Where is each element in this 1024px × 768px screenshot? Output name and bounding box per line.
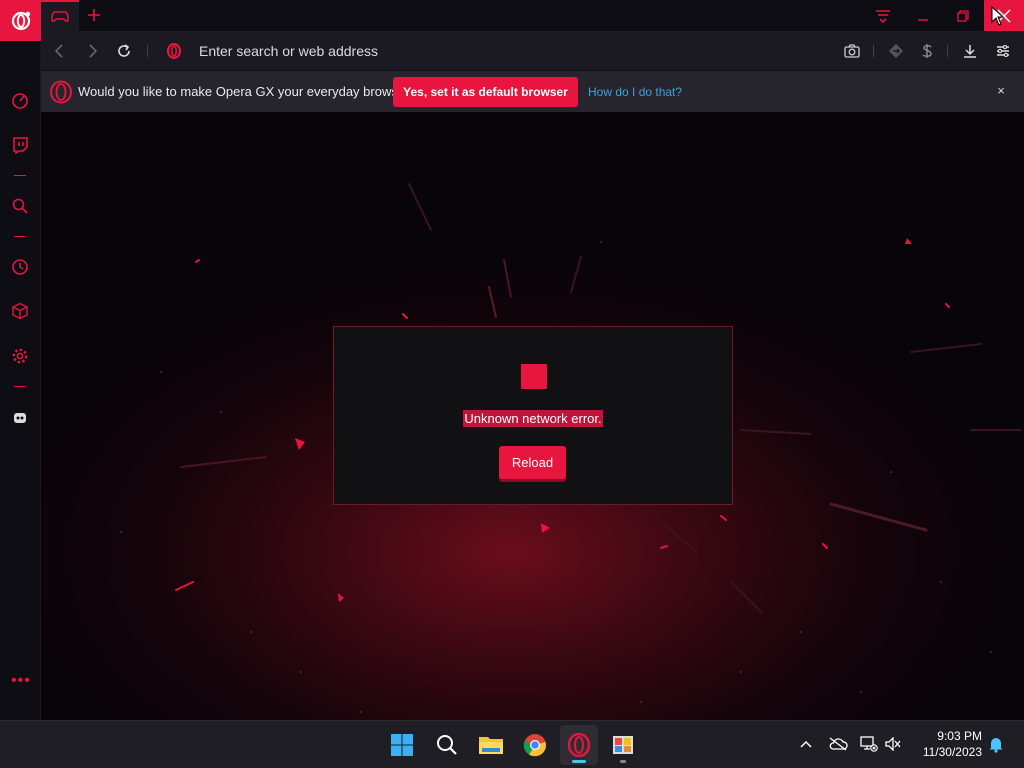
network-button[interactable] [858,733,880,755]
default-browser-notification: Would you like to make Opera GX your eve… [41,71,1024,112]
sliders-icon [997,45,1009,57]
back-button[interactable] [49,40,71,62]
opera-gx-menu-button[interactable] [0,0,41,41]
speed-dial-icon[interactable] [9,89,31,111]
camera-icon [844,44,860,58]
opera-logo-icon [50,80,72,104]
refresh-icon [118,44,130,57]
error-icon [521,364,547,389]
back-arrow-icon [54,44,63,58]
network-disconnected-icon [860,736,878,752]
forward-button[interactable] [81,40,103,62]
forward-arrow-icon [89,44,98,58]
opera-site-icon [163,40,185,62]
start-button[interactable] [383,725,421,765]
separator [947,45,948,57]
extensions-icon[interactable] [9,300,31,322]
search-icon[interactable] [9,195,31,217]
separator [873,45,874,57]
opera-gx-taskbar-button[interactable] [560,725,598,765]
error-message-container: Unknown network error. [334,410,732,427]
twitch-icon[interactable] [9,134,31,156]
minimize-icon [918,18,928,21]
clock[interactable]: 9:03 PM 11/30/2023 [912,728,982,760]
chevron-up-icon [800,740,812,748]
clock-date: 11/30/2023 [922,745,982,759]
taskbar-search-button[interactable] [428,725,466,765]
easy-setup-menu-button[interactable] [992,40,1014,62]
opera-gx-icon [567,733,591,757]
sidebar-separator [14,175,26,176]
tab-active[interactable] [41,0,79,31]
sidebar-separator [14,386,26,387]
page-content: Unknown network error. Reload [41,112,1024,720]
running-indicator [620,760,626,763]
sidebar-more-button[interactable]: ••• [11,672,31,690]
download-icon [964,45,976,58]
notifications-button[interactable] [985,733,1007,755]
restore-button[interactable] [943,0,983,31]
file-explorer-button[interactable] [472,725,510,765]
dollar-icon [922,44,932,58]
active-indicator [572,760,586,763]
chrome-button[interactable] [516,725,554,765]
opera-gx-logo-icon [11,11,30,30]
file-explorer-icon [479,737,503,754]
plus-icon [88,9,100,21]
downloads-button[interactable] [959,40,981,62]
error-dialog: Unknown network error. Reload [333,326,733,505]
paint-app-icon [613,736,633,754]
error-message: Unknown network error. [463,410,603,427]
vpn-button[interactable] [885,40,907,62]
easy-setup-icon [876,9,890,23]
settings-icon[interactable] [9,345,31,367]
clock-time: 9:03 PM [937,729,982,743]
windows-taskbar: 9:03 PM 11/30/2023 [0,720,1024,768]
reload-page-button[interactable]: Reload [499,446,566,479]
screen: ••• Enter search or web address Would yo… [0,0,1024,768]
speaker-muted-icon [885,737,901,751]
address-bar [41,31,1024,71]
reload-button[interactable] [113,40,135,62]
vpn-icon [889,44,903,58]
gamepad-icon [51,10,69,22]
notification-message: Would you like to make Opera GX your eve… [78,84,417,99]
volume-button[interactable] [882,733,904,755]
paint-app-button[interactable] [604,725,642,765]
how-to-link[interactable]: How do I do that? [588,85,682,99]
show-hidden-icons-button[interactable] [795,733,817,755]
history-icon[interactable] [9,256,31,278]
new-tab-button[interactable] [83,4,105,26]
search-icon [437,735,457,755]
address-input[interactable] [199,42,799,60]
bell-icon [989,738,1003,753]
gx-corner-icon[interactable] [9,407,31,429]
onedrive-button[interactable] [827,733,849,755]
chrome-icon [523,734,547,757]
mouse-cursor-icon [991,6,1005,26]
cloud-offline-icon [829,737,848,751]
sidebar-separator [14,236,26,237]
easy-setup-button[interactable] [863,0,903,31]
snapshot-button[interactable] [841,40,863,62]
set-default-browser-button[interactable]: Yes, set it as default browser [393,77,578,107]
windows-start-icon [391,734,413,756]
sidebar: ••• [0,0,41,720]
tab-bar [41,0,1024,31]
close-notification-button[interactable]: × [992,82,1010,100]
separator [147,45,148,57]
minimize-button[interactable] [903,0,943,31]
restore-icon [957,9,969,22]
crypto-wallet-button[interactable] [916,40,938,62]
